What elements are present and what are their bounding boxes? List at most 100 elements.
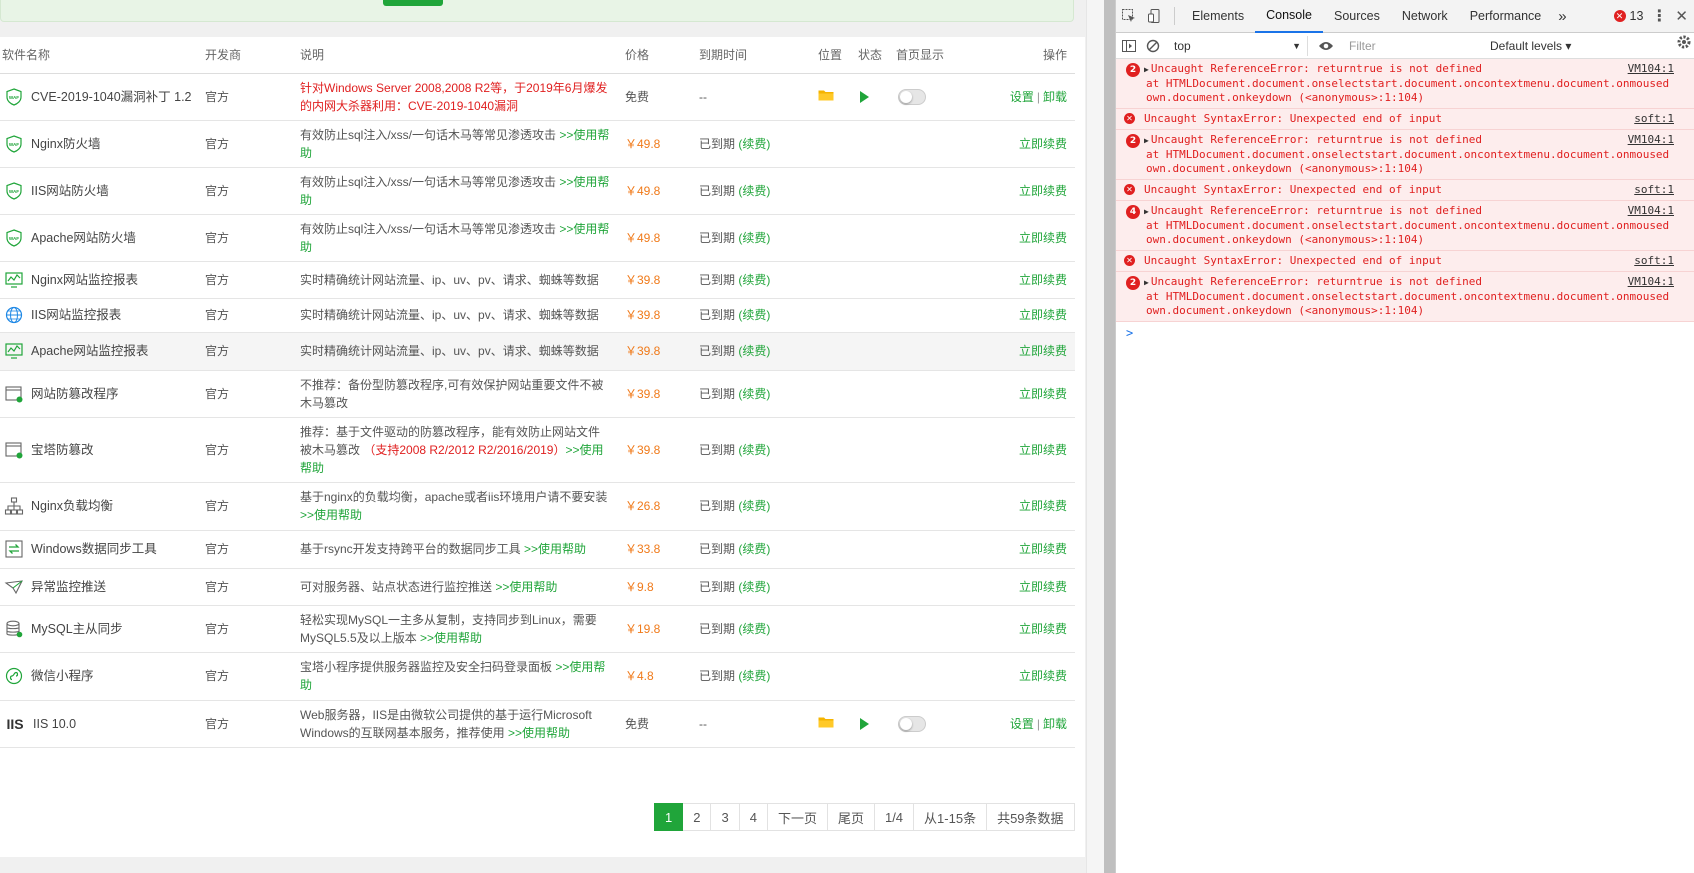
- renew-now-link[interactable]: 立即续费: [1019, 273, 1067, 287]
- renew-now-link[interactable]: 立即续费: [1019, 499, 1067, 513]
- tab-elements[interactable]: Elements: [1181, 0, 1255, 33]
- page-4-button[interactable]: 4: [739, 803, 768, 831]
- console-error-message[interactable]: 4 ▶ Uncaught ReferenceError: returntrue is…: [1116, 201, 1694, 251]
- last-page-button[interactable]: 尾页: [827, 803, 875, 831]
- log-levels-dropdown[interactable]: Default levels ▾: [1490, 39, 1571, 53]
- console-error-message[interactable]: ✕ Uncaught SyntaxError: Unexpected end of…: [1116, 180, 1694, 201]
- uninstall-link[interactable]: 卸载: [1043, 90, 1067, 104]
- help-link[interactable]: >>使用帮助: [508, 726, 570, 740]
- renew-link[interactable]: (续费): [738, 137, 770, 151]
- next-page-button[interactable]: 下一页: [767, 803, 828, 831]
- console-error-message[interactable]: 2 ▶ Uncaught ReferenceError: returntrue is…: [1116, 272, 1694, 322]
- renew-link[interactable]: (续费): [738, 622, 770, 636]
- page-1-button[interactable]: 1: [654, 803, 684, 831]
- console-error-message[interactable]: 2 ▶ Uncaught ReferenceError: returntrue is…: [1116, 130, 1694, 180]
- settings-link[interactable]: 设置: [1010, 90, 1034, 104]
- renew-link[interactable]: (续费): [738, 542, 770, 556]
- filter-input[interactable]: Filter: [1342, 35, 1482, 56]
- renew-link[interactable]: (续费): [738, 499, 770, 513]
- clear-console-icon[interactable]: [1146, 39, 1160, 53]
- renew-now-link[interactable]: 立即续费: [1019, 231, 1067, 245]
- help-link[interactable]: >>使用帮助: [300, 508, 362, 522]
- table-row: Nginx网站监控报表 官方 实时精确统计网站流量、ip、uv、pv、请求、蜘蛛等数…: [0, 261, 1075, 299]
- tab-performance[interactable]: Performance: [1459, 0, 1553, 33]
- console-prompt[interactable]: >: [1116, 322, 1694, 344]
- renew-link[interactable]: (续费): [738, 580, 770, 594]
- tab-sources[interactable]: Sources: [1323, 0, 1391, 33]
- folder-icon[interactable]: [818, 88, 834, 100]
- cell-name: IIS网站监控报表: [0, 298, 203, 333]
- renew-now-link[interactable]: 立即续费: [1019, 542, 1067, 556]
- tab-network[interactable]: Network: [1391, 0, 1459, 33]
- renew-now-link[interactable]: 立即续费: [1019, 137, 1067, 151]
- eye-icon[interactable]: [1318, 40, 1334, 52]
- help-link[interactable]: >>使用帮助: [420, 631, 482, 645]
- sidebar-toggle-icon[interactable]: [1122, 39, 1136, 53]
- cell-name: Nginx负载均衡: [0, 482, 203, 531]
- settings-link[interactable]: 设置: [1010, 717, 1034, 731]
- device-toolbar-icon[interactable]: [1142, 3, 1168, 29]
- homepage-toggle[interactable]: [898, 88, 926, 105]
- banner-button[interactable]: [383, 0, 443, 6]
- developer-label: 官方: [205, 442, 230, 457]
- source-link[interactable]: VM104:1: [1628, 204, 1674, 218]
- console-error-message[interactable]: 2 ▶ Uncaught ReferenceError: returntrue is…: [1116, 59, 1694, 109]
- source-link[interactable]: soft:1: [1634, 183, 1674, 197]
- col-header-status: 状态: [856, 37, 894, 74]
- renew-now-link[interactable]: 立即续费: [1019, 580, 1067, 594]
- scrollbar-track[interactable]: [1086, 0, 1104, 873]
- error-icon: ✕: [1124, 184, 1135, 195]
- help-link[interactable]: >>使用帮助: [495, 580, 557, 594]
- source-link[interactable]: soft:1: [1634, 112, 1674, 126]
- page-2-button[interactable]: 2: [683, 803, 712, 831]
- renew-now-link[interactable]: 立即续费: [1019, 443, 1067, 457]
- folder-icon[interactable]: [818, 715, 834, 727]
- console-error-message[interactable]: ✕ Uncaught SyntaxError: Unexpected end of…: [1116, 109, 1694, 130]
- renew-now-link[interactable]: 立即续费: [1019, 387, 1067, 401]
- renew-link[interactable]: (续费): [738, 669, 770, 683]
- homepage-toggle[interactable]: [898, 715, 926, 732]
- renew-link[interactable]: (续费): [738, 443, 770, 457]
- source-link[interactable]: soft:1: [1634, 254, 1674, 268]
- gear-icon[interactable]: [1676, 34, 1692, 53]
- kebab-menu-icon[interactable]: ⋮: [1651, 6, 1667, 26]
- renew-link[interactable]: (续费): [738, 387, 770, 401]
- source-link[interactable]: VM104:1: [1628, 133, 1674, 147]
- cell-developer: 官方: [203, 214, 298, 262]
- more-tabs-icon[interactable]: »: [1552, 0, 1572, 33]
- close-icon[interactable]: ✕: [1675, 7, 1688, 25]
- play-icon[interactable]: [860, 717, 869, 730]
- renew-now-link[interactable]: 立即续费: [1019, 344, 1067, 358]
- cell-description: 基于rsync开发支持跨平台的数据同步工具 >>使用帮助: [298, 530, 623, 569]
- source-link[interactable]: VM104:1: [1628, 275, 1674, 289]
- page-3-button[interactable]: 3: [711, 803, 740, 831]
- waf-shield-icon: WAF: [4, 181, 24, 201]
- renew-link[interactable]: (续费): [738, 231, 770, 245]
- renew-link[interactable]: (续费): [738, 184, 770, 198]
- renew-now-link[interactable]: 立即续费: [1019, 669, 1067, 683]
- source-link[interactable]: VM104:1: [1628, 62, 1674, 76]
- expire-info: 已到期 (续费): [697, 135, 816, 153]
- context-selector[interactable]: top ▼: [1168, 35, 1308, 56]
- tab-console[interactable]: Console: [1255, 0, 1323, 33]
- error-counter[interactable]: ✕ 13: [1613, 9, 1643, 23]
- inspect-element-icon[interactable]: [1116, 3, 1142, 29]
- help-link[interactable]: >>使用帮助: [524, 542, 586, 556]
- expand-triangle-icon[interactable]: ▶: [1144, 278, 1149, 287]
- renew-link[interactable]: (续费): [738, 344, 770, 358]
- renew-now-link[interactable]: 立即续费: [1019, 622, 1067, 636]
- expand-triangle-icon[interactable]: ▶: [1144, 65, 1149, 74]
- software-name: WAF CVE-2019-1040漏洞补丁 1.2: [0, 87, 203, 107]
- renew-link[interactable]: (续费): [738, 273, 770, 287]
- renew-now-link[interactable]: 立即续费: [1019, 308, 1067, 322]
- renew-now-link[interactable]: 立即续费: [1019, 184, 1067, 198]
- pane-divider[interactable]: [1104, 0, 1115, 873]
- expand-triangle-icon[interactable]: ▶: [1144, 136, 1149, 145]
- expand-triangle-icon[interactable]: ▶: [1144, 207, 1149, 216]
- cell-price: 免费: [623, 73, 697, 121]
- play-icon[interactable]: [860, 90, 869, 103]
- description: 不推荐：备份型防篡改程序,可有效保护网站重要文件不被木马篡改: [298, 371, 623, 417]
- uninstall-link[interactable]: 卸载: [1043, 717, 1067, 731]
- console-error-message[interactable]: ✕ Uncaught SyntaxError: Unexpected end of…: [1116, 251, 1694, 272]
- renew-link[interactable]: (续费): [738, 308, 770, 322]
